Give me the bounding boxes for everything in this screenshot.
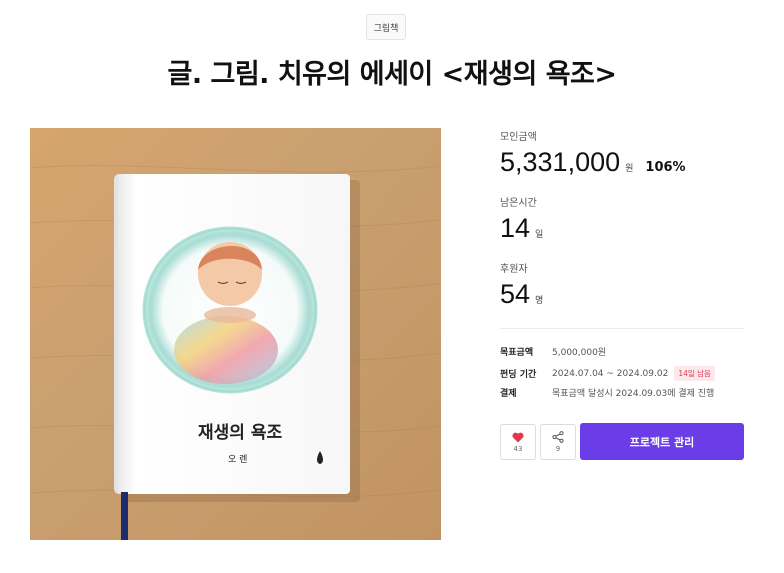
heart-icon [512, 432, 524, 442]
days-left-badge: 14일 남음 [674, 366, 715, 381]
share-button[interactable]: 9 [540, 424, 576, 460]
backers-unit: 명 [535, 296, 544, 306]
category-badge[interactable]: 그림책 [366, 14, 406, 40]
payment-row: 결제 목표금액 달성시 2024.09.03에 결제 진행 [500, 386, 744, 399]
goal-key: 목표금액 [500, 348, 534, 358]
amount-label: 모인금액 [500, 132, 537, 143]
time-unit: 일 [535, 230, 544, 240]
goal-value: 5,000,000원 [552, 348, 607, 358]
backers-stat: 후원자 54 명 [500, 260, 744, 326]
payment-value: 목표금액 달성시 2024.09.03에 결제 진행 [552, 389, 715, 399]
amount-value: 5,331,000 [500, 147, 621, 177]
project-main-image: 재생의 욕조 오 렌 [30, 128, 441, 540]
time-stat: 남은시간 14 일 [500, 194, 744, 260]
period-value: 2024.07.04 ~ 2024.09.02 [552, 368, 669, 379]
period-key: 펀딩 기간 [500, 370, 537, 380]
amount-unit: 원 [625, 164, 634, 174]
page-title: 글. 그림. 치유의 에세이 <재생의 욕조> [167, 59, 617, 90]
share-icon [552, 431, 564, 443]
share-count: 9 [555, 445, 561, 453]
book-cover-author: 오 렌 [228, 454, 247, 465]
manage-project-button[interactable]: 프로젝트 관리 [580, 423, 744, 460]
divider [500, 328, 744, 329]
time-label: 남은시간 [500, 198, 537, 209]
payment-key: 결제 [500, 389, 517, 399]
like-count: 43 [513, 444, 523, 453]
backers-label: 후원자 [500, 264, 528, 275]
amount-stat: 모인금액 5,331,000 원 106% [500, 128, 744, 194]
backers-value: 54 [500, 279, 531, 309]
book-cover-title: 재생의 욕조 [198, 423, 282, 443]
funding-stats: 모인금액 5,331,000 원 106% 남은시간 14 일 후원자 54 명 [500, 128, 744, 326]
period-row: 펀딩 기간 2024.07.04 ~ 2024.09.02 14일 남음 [500, 366, 744, 381]
amount-percent: 106% [645, 160, 686, 175]
time-value: 14 [500, 213, 531, 243]
like-button[interactable]: 43 [500, 424, 536, 460]
goal-row: 목표금액 5,000,000원 [500, 345, 744, 358]
